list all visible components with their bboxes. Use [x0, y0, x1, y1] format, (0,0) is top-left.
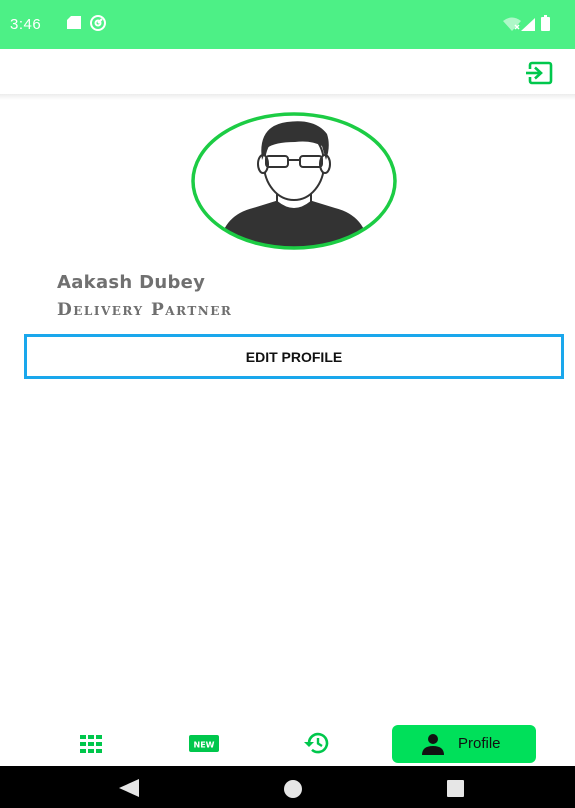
app-bar-shadow: [0, 94, 575, 100]
exit-to-app-icon[interactable]: [525, 61, 553, 85]
home-icon[interactable]: [284, 780, 302, 798]
status-bar: 3:46: [0, 0, 575, 49]
new-badge-text: NEW: [194, 741, 215, 750]
gauge-icon: [90, 15, 106, 31]
sd-card-icon: [67, 16, 81, 29]
grid-icon[interactable]: [80, 735, 102, 753]
user-avatar-icon: [191, 112, 397, 250]
signal-icon: [521, 18, 535, 31]
person-icon: [422, 734, 444, 755]
edit-profile-label: EDIT PROFILE: [245, 348, 343, 365]
recents-icon[interactable]: [447, 780, 464, 797]
battery-icon: [541, 15, 550, 31]
history-icon[interactable]: [303, 731, 331, 755]
edit-profile-button[interactable]: EDIT PROFILE: [24, 334, 564, 379]
app-bar: [0, 49, 575, 97]
nav-profile-label: Profile: [458, 735, 501, 752]
wifi-off-icon: [503, 17, 521, 31]
user-role: Delivery Partner: [57, 300, 233, 320]
back-icon[interactable]: [119, 779, 139, 797]
new-badge-icon[interactable]: NEW: [189, 735, 219, 752]
nav-profile-tab[interactable]: Profile: [392, 725, 536, 763]
status-time: 3:46: [10, 16, 42, 33]
user-name: Aakash Dubey: [57, 272, 206, 293]
